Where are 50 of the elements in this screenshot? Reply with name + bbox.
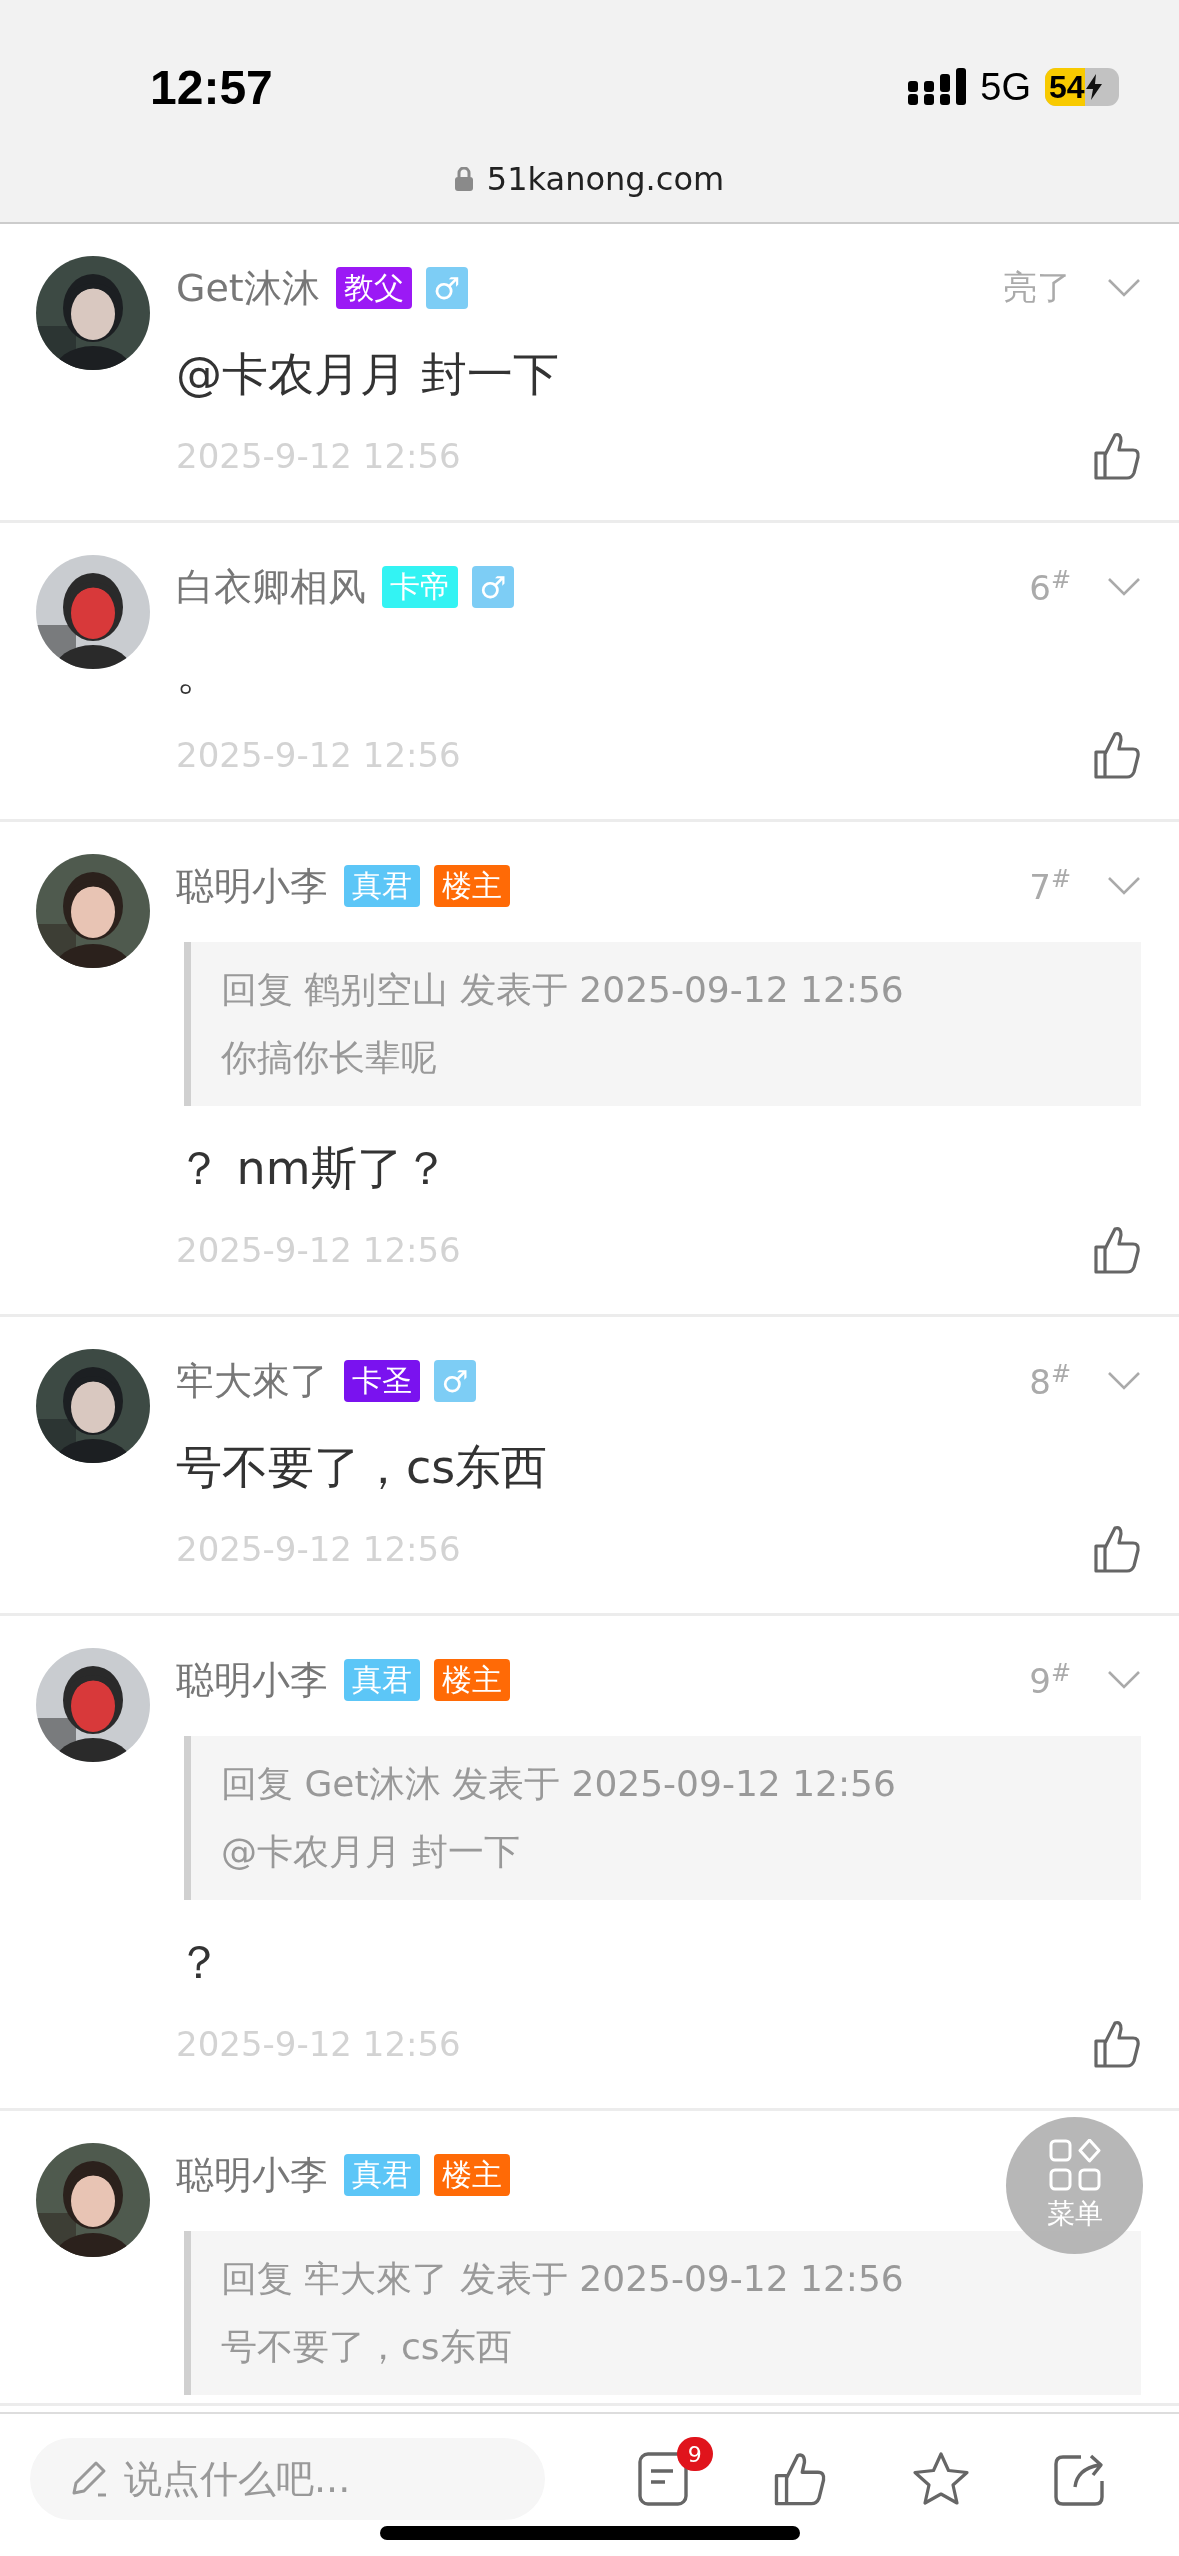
rank-tag: 卡圣	[344, 1360, 420, 1402]
comment-input[interactable]: 说点什么吧...	[30, 2438, 545, 2520]
comment-count-badge: 9	[676, 2437, 713, 2471]
thumbs-up-icon[interactable]	[1093, 431, 1141, 481]
battery-indicator: 54	[1045, 68, 1119, 106]
document-icon[interactable]	[636, 2451, 689, 2507]
thumbs-up-icon[interactable]	[1093, 1524, 1141, 1574]
author-name[interactable]: 聪明小李	[176, 2149, 328, 2201]
thumbs-up-icon[interactable]	[1093, 730, 1141, 780]
gender-badge: ♂	[472, 566, 514, 608]
rank-tag: 真君	[344, 865, 420, 907]
gender-badge: ♂	[425, 267, 468, 309]
author-name[interactable]: 聪明小李	[176, 860, 328, 912]
author-name[interactable]: Get沐沐	[176, 262, 320, 314]
rank-tag: 教父	[335, 267, 412, 309]
quote-header: 回复 牢大來了 发表于 2025-09-12 12:56	[221, 2257, 905, 2301]
post-content: 号不要了，cs东西	[176, 1439, 549, 1496]
post-content: @卡农月月 封一下	[176, 346, 560, 403]
quote-text: 你搞你长辈呢	[221, 1036, 438, 1080]
floor-number: 9$^{#}$	[1029, 1658, 1071, 1702]
rank-tag: 真君	[344, 1659, 420, 1701]
signal-icon	[908, 68, 967, 106]
post-content: ？	[176, 1934, 223, 1991]
quote-header: 回复 鹤别空山 发表于 2025-09-12 12:56	[221, 968, 905, 1012]
url-text[interactable]: 51kanong.com	[486, 160, 725, 198]
quote-text: @卡农月月 封一下	[221, 1830, 522, 1874]
network-label: 5G	[980, 65, 1031, 109]
post-content: 。	[176, 645, 223, 702]
grid-icon	[1048, 2138, 1101, 2191]
author-name[interactable]: 牢大來了	[176, 1355, 328, 1407]
author-name[interactable]: 聪明小李	[176, 1654, 328, 1706]
floor-number: 7$^{#}$	[1029, 864, 1071, 908]
floor-number: 亮了	[1003, 266, 1071, 309]
rank-tag: 楼主	[434, 865, 510, 907]
star-icon[interactable]	[911, 2451, 970, 2507]
quote-text: 号不要了，cs东西	[221, 2325, 513, 2369]
thumbs-up-icon[interactable]	[1093, 2019, 1141, 2069]
rank-tag: 楼主	[434, 1659, 510, 1701]
rank-tag: 楼主	[434, 2154, 510, 2196]
rank-tag: 卡帝	[382, 566, 458, 608]
lock-icon	[454, 167, 473, 191]
gender-badge: ♂	[434, 1360, 476, 1402]
thumbs-up-icon[interactable]	[1093, 1225, 1141, 1275]
floor-number: 6$^{#}$	[1029, 565, 1071, 609]
floor-number: 8$^{#}$	[1029, 1359, 1071, 1403]
status-time: 12:57	[150, 59, 273, 115]
rank-tag: 真君	[344, 2154, 420, 2196]
post-content: ？ nm斯了？	[176, 1140, 450, 1197]
quote-header: 回复 Get沐沐 发表于 2025-09-12 12:56	[221, 1762, 897, 1806]
author-name[interactable]: 白衣卿相风	[176, 561, 366, 613]
